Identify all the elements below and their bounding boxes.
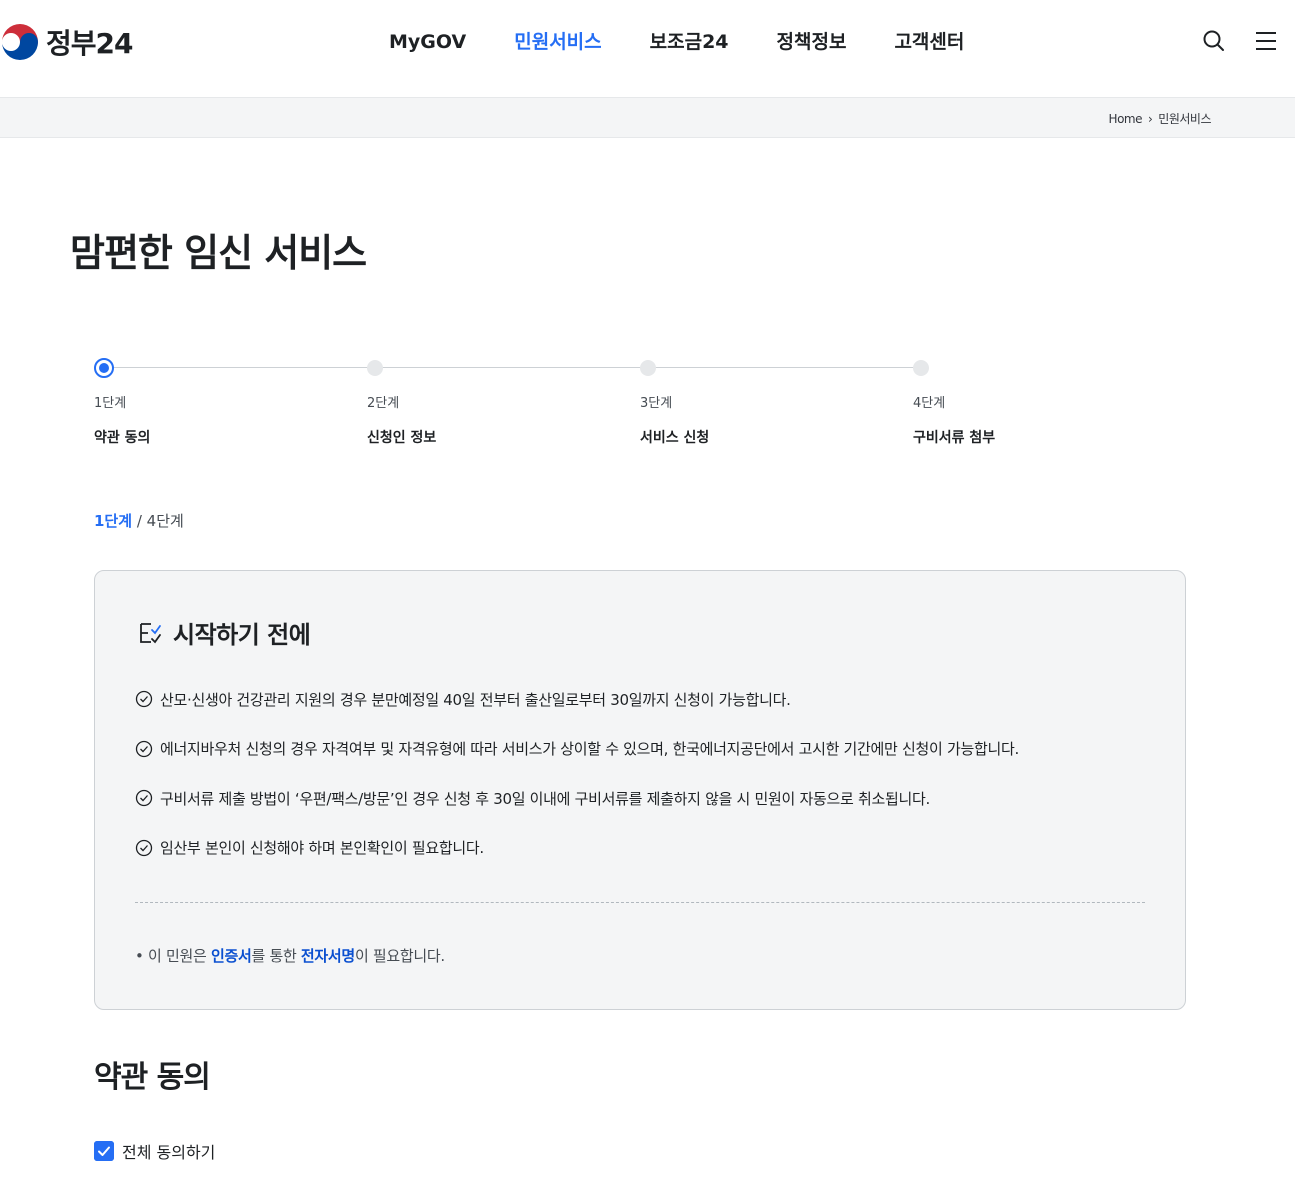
list-item: 구비서류 제출 방법이 ‘우편/팩스/방문’인 경우 신청 후 30일 이내에 …: [135, 788, 1019, 808]
checkbox-checked-icon[interactable]: [94, 1141, 114, 1161]
terms-title: 약관 동의: [94, 1060, 211, 1095]
step-dot-icon: [913, 360, 929, 376]
bullet: •: [135, 947, 144, 965]
agree-all-label: 전체 동의하기: [122, 1143, 216, 1162]
main-nav: MyGOV 민원서비스 보조금24 정책정보 고객센터: [389, 28, 1012, 56]
notice-text: 구비서류 제출 방법이 ‘우편/팩스/방문’인 경우 신청 후 30일 이내에 …: [160, 789, 930, 808]
step-counter-total: 4단계: [146, 512, 184, 530]
note-em-e-signature: 전자서명: [300, 947, 355, 965]
chevron-right-icon: ›: [1147, 111, 1153, 126]
list-item: 에너지바우처 신청의 경우 자격여부 및 자격유형에 따라 서비스가 상이할 수…: [135, 739, 1019, 759]
certificate-notice: • 이 민원은 인증서를 통한 전자서명이 필요합니다.: [135, 945, 445, 966]
logo-text: 정부24: [46, 27, 133, 60]
step-number: 4단계: [913, 396, 946, 411]
step-name: 구비서류 첨부: [913, 430, 996, 446]
breadcrumb-home[interactable]: Home: [1109, 112, 1143, 126]
step-current-dot-icon: [94, 358, 114, 378]
step-number: 3단계: [640, 396, 673, 411]
step-name: 약관 동의: [94, 430, 151, 446]
step-name: 서비스 신청: [640, 430, 710, 446]
taegeuk-logo-icon: [2, 24, 38, 60]
search-icon[interactable]: [1201, 28, 1227, 54]
check-circle-icon: [135, 690, 153, 708]
step-progress-line: [104, 367, 922, 368]
nav-policy-info[interactable]: 정책정보: [777, 28, 847, 56]
step-number: 2단계: [367, 396, 400, 411]
note-text-mid: 를 통한: [251, 947, 301, 965]
notice-text: 산모·신생아 건강관리 지원의 경우 분만예정일 40일 전부터 출산일로부터 …: [160, 690, 791, 709]
notice-divider: [135, 902, 1145, 903]
note-text-post: 이 필요합니다.: [354, 947, 445, 965]
check-circle-icon: [135, 789, 153, 807]
nav-subsidy24[interactable]: 보조금24: [650, 28, 729, 56]
step-dot-icon: [640, 360, 656, 376]
breadcrumb-bar: Home › 민원서비스: [0, 97, 1295, 138]
logo[interactable]: 정부24: [0, 22, 133, 62]
nav-mygov[interactable]: MyGOV: [389, 28, 466, 56]
menu-icon[interactable]: [1253, 28, 1279, 54]
list-item: 임산부 본인이 신청해야 하며 본인확인이 필요합니다.: [135, 838, 1019, 858]
notice-title-text: 시작하기 전에: [173, 621, 311, 649]
step-indicator: 1단계 약관 동의 2단계 신청인 정보 3단계 서비스 신청 4단계 구비서류…: [94, 358, 995, 458]
step-dot-icon: [367, 360, 383, 376]
before-start-notice: 시작하기 전에 산모·신생아 건강관리 지원의 경우 분만예정일 40일 전부터…: [94, 570, 1186, 1010]
check-circle-icon: [135, 740, 153, 757]
header-utilities: [1201, 28, 1279, 54]
breadcrumb: Home › 민원서비스: [1109, 110, 1212, 127]
notice-list: 산모·신생아 건강관리 지원의 경우 분만예정일 40일 전부터 출산일로부터 …: [135, 689, 1019, 887]
site-header: 정부24 MyGOV 민원서비스 보조금24 정책정보 고객센터: [0, 0, 1295, 97]
note-text-pre: 이 민원은: [148, 947, 211, 965]
breadcrumb-current[interactable]: 민원서비스: [1158, 110, 1211, 127]
checklist-icon: [140, 622, 161, 643]
notice-text: 임산부 본인이 신청해야 하며 본인확인이 필요합니다.: [160, 839, 484, 857]
check-circle-icon: [135, 839, 153, 856]
nav-civil-service[interactable]: 민원서비스: [514, 28, 601, 56]
step-number: 1단계: [94, 396, 127, 411]
nav-customer-center[interactable]: 고객센터: [894, 28, 964, 56]
page-title: 맘편한 임신 서비스: [70, 231, 367, 275]
note-em-certificate: 인증서: [210, 947, 252, 965]
step-counter-current: 1단계: [94, 512, 133, 530]
step-counter: 1단계 / 4단계: [94, 510, 184, 531]
agree-all-checkbox[interactable]: 전체 동의하기: [94, 1139, 215, 1163]
list-item: 산모·신생아 건강관리 지원의 경우 분만예정일 40일 전부터 출산일로부터 …: [135, 689, 1019, 709]
notice-text: 에너지바우처 신청의 경우 자격여부 및 자격유형에 따라 서비스가 상이할 수…: [160, 740, 1019, 758]
notice-title: 시작하기 전에: [137, 615, 311, 650]
step-counter-separator: /: [136, 512, 142, 530]
step-name: 신청인 정보: [367, 430, 437, 446]
